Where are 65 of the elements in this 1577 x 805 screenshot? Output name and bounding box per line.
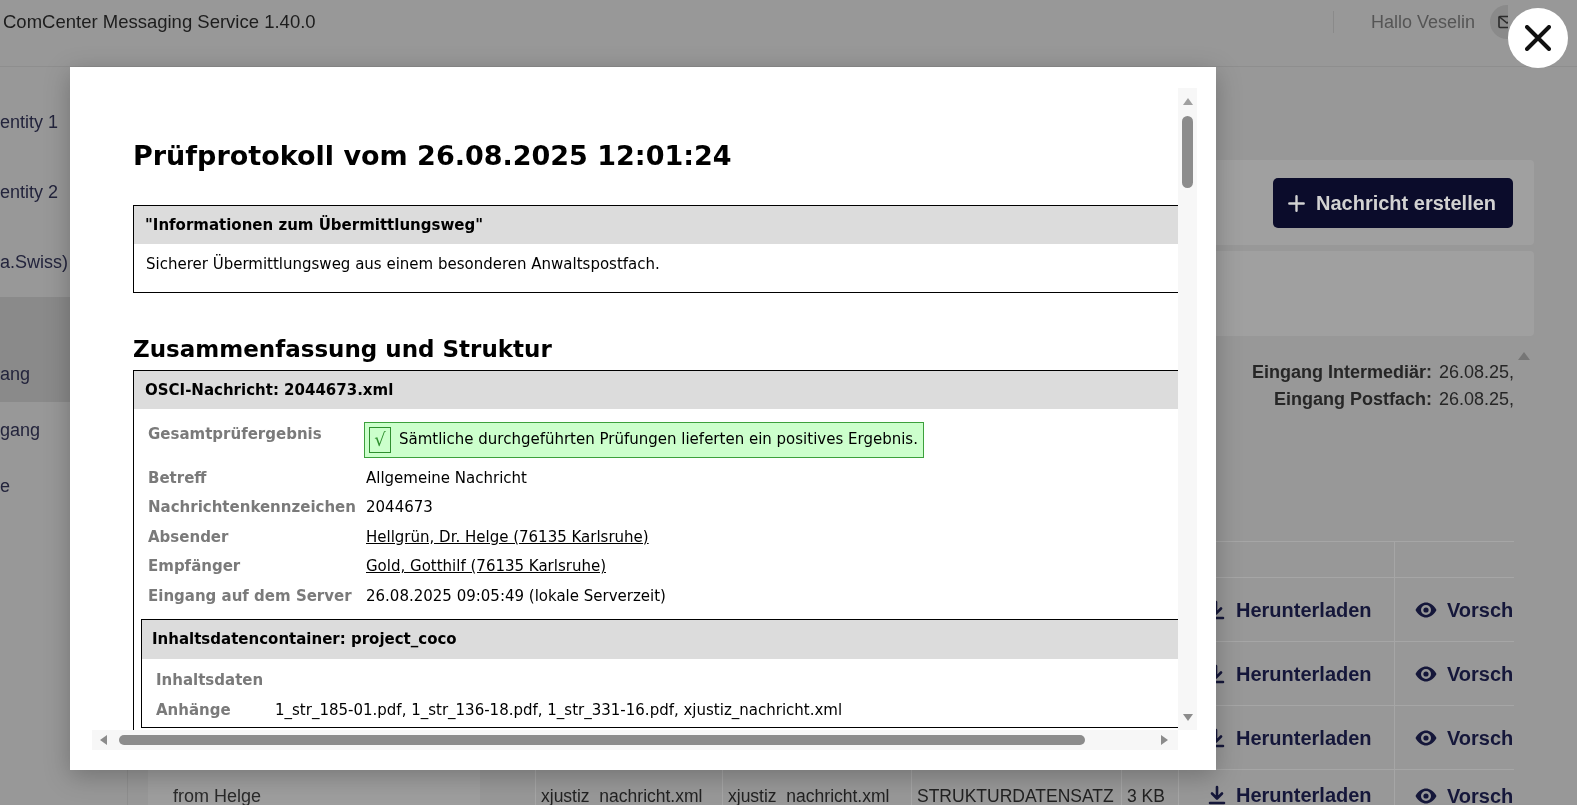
horizontal-scrollbar[interactable] — [92, 730, 1178, 750]
panel-text: Sicherer Übermittlungsweg aus einem besonderen Anwaltspostfach. — [145, 253, 661, 275]
download-link[interactable]: Herunterladen — [1216, 597, 1372, 622]
panel-heading: OSCI-Nachricht: 2044673.xml — [134, 371, 1178, 409]
download-link[interactable]: Herunterladen — [1216, 725, 1372, 750]
field-value: 26.08.25, — [1438, 361, 1514, 384]
scrollbar-thumb[interactable] — [1182, 116, 1193, 188]
field-label: Empfänger — [148, 557, 241, 576]
field-value: 2044673 — [366, 498, 433, 517]
scroll-up-icon[interactable] — [1182, 98, 1193, 105]
eye-icon — [1415, 729, 1437, 746]
eye-icon — [1415, 601, 1437, 618]
scroll-right-icon[interactable] — [1161, 735, 1168, 745]
field-label: Inhaltsdaten — [156, 671, 264, 690]
section-heading: Zusammenfassung und Struktur — [133, 335, 553, 363]
field-value: 26.08.2025 09:05:49 (lokale Serverzeit) — [366, 586, 666, 605]
preview-link[interactable]: Vorsch — [1415, 661, 1514, 686]
download-icon — [1216, 727, 1226, 748]
field-label: Anhänge — [156, 700, 231, 719]
close-button[interactable] — [1508, 8, 1568, 68]
field-label: Nachrichtenkennzeichen — [148, 498, 356, 517]
field-value: 26.08.25, — [1438, 388, 1514, 411]
field-value: 1_str_185-01.pdf, 1_str_136-18.pdf, 1_str_331-16.pdf, xjustiz_nachricht.xml — [275, 700, 843, 719]
preview-link[interactable]: Vorsch — [1415, 725, 1514, 750]
close-icon — [1525, 25, 1551, 51]
preview-link[interactable]: Vorsch — [1415, 597, 1514, 622]
field-label: Betreff — [148, 468, 207, 487]
field-label: Gesamtprüfergebnis — [148, 423, 322, 443]
plus-icon — [1288, 194, 1305, 212]
scroll-up-icon[interactable] — [1518, 352, 1530, 360]
result-text: Sämtliche durchgeführten Prüfungen lieferten ein positives Ergebnis. — [399, 430, 918, 449]
sidebar-item[interactable]: a.Swiss) — [0, 227, 70, 297]
download-link[interactable]: Herunterladen — [1216, 661, 1372, 686]
scrollbar-thumb[interactable] — [119, 735, 1085, 745]
check-symbol: √ — [369, 426, 391, 453]
sidebar-item[interactable]: e — [0, 458, 70, 514]
sidebar-item[interactable]: entity 1 — [0, 87, 70, 157]
preview-link[interactable]: Vorsch — [1415, 787, 1514, 805]
download-icon — [1216, 599, 1226, 620]
download-link[interactable]: Herunterladen — [1207, 785, 1394, 805]
dialog-title: Prüfprotokoll vom 26.08.2025 12:01:24 — [133, 140, 733, 172]
download-icon — [1216, 663, 1226, 684]
person-link[interactable]: Gold, Gotthilf (76135 Karlsruhe) — [366, 557, 606, 576]
create-message-button[interactable]: Nachricht erstellen — [1273, 178, 1513, 228]
envelope-icon[interactable] — [1489, 5, 1508, 39]
eye-icon — [1415, 665, 1437, 682]
field-label: Eingang Postfach: — [1273, 388, 1432, 411]
message-sender[interactable]: from Helge — [173, 787, 262, 805]
field-label: Eingang auf dem Server — [148, 586, 352, 605]
scroll-down-icon[interactable] — [1182, 714, 1193, 721]
field-label: Absender — [148, 527, 229, 546]
download-icon — [1207, 785, 1227, 805]
sidebar-item[interactable]: ang — [0, 297, 70, 402]
eye-icon — [1415, 788, 1437, 804]
field-value: Allgemeine Nachricht — [366, 468, 527, 487]
sidebar-item[interactable]: entity 2 — [0, 157, 70, 227]
scroll-left-icon[interactable] — [100, 735, 107, 745]
sidebar-item[interactable]: gang — [0, 402, 70, 458]
person-link[interactable]: Hellgrün, Dr. Helge (76135 Karlsruhe) — [366, 527, 649, 546]
field-label: Eingang Intermediär: — [1251, 361, 1432, 384]
vertical-scrollbar[interactable] — [1178, 88, 1197, 730]
panel-heading: Inhaltsdatencontainer: project_coco — [142, 619, 1178, 659]
panel-heading: "Informationen zum Übermittlungsweg" — [134, 206, 1178, 244]
greeting-text: Hallo Veselin — [1370, 11, 1475, 33]
app-title: ComCenter Messaging Service 1.40.0 — [3, 11, 316, 33]
